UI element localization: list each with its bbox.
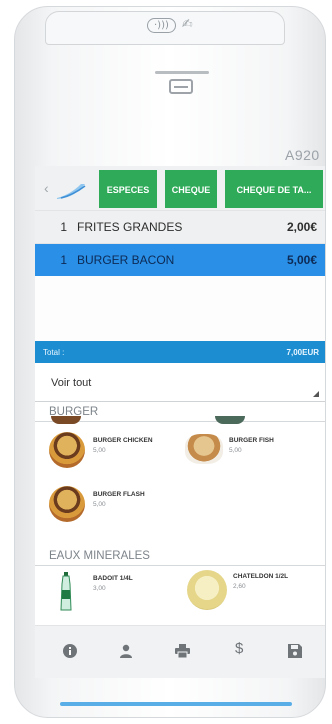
product-tile[interactable]: BADOIT 1/4L 3,00: [59, 572, 179, 616]
total-amount: 7,00EUR: [286, 347, 319, 357]
paper-slot-bar: [155, 71, 209, 74]
order-line[interactable]: 1 FRITES GRANDES 2,00€: [35, 211, 325, 244]
signature-icon: ✍: [181, 17, 193, 32]
product-tile[interactable]: CHATELDON 1/2L 2,60: [187, 570, 319, 614]
product-name: CHATELDON 1/2L: [233, 573, 289, 580]
total-label: Total :: [43, 347, 65, 357]
pay-cash-button[interactable]: ESPECES: [99, 170, 157, 208]
pay-cheque-button[interactable]: CHEQUE: [165, 170, 217, 208]
order-line-price: 5,00€: [286, 253, 317, 267]
device-light-bar: [60, 702, 292, 706]
product-price: 3,00: [93, 585, 106, 592]
product-name: BURGER FLASH: [93, 491, 145, 498]
order-line-name: FRITES GRANDES: [77, 220, 183, 234]
order-line-qty: 1: [60, 253, 67, 267]
order-line-name: BURGER BACON: [77, 253, 175, 267]
nfc-icon: ·))): [147, 18, 176, 33]
category-filter-value: Voir tout: [51, 377, 92, 389]
pay-meal-voucher-button[interactable]: CHEQUE DE TA...: [225, 170, 323, 208]
total-bar: Total : 7,00EUR: [35, 341, 325, 363]
burger-photo: [51, 416, 81, 424]
product-name: BADOIT 1/4L: [93, 575, 133, 582]
order-line-selected[interactable]: 1 BURGER BACON 5,00€: [35, 244, 325, 276]
burger-flash-photo: [49, 486, 85, 522]
order-list-empty-area: [35, 276, 325, 341]
burger-chicken-photo: [49, 432, 85, 468]
product-tile[interactable]: BURGER FLASH 5,00: [49, 486, 179, 526]
order-line-price: 2,00€: [286, 220, 317, 234]
scroll-left-icon[interactable]: ‹: [44, 180, 49, 196]
product-partial-image: [215, 416, 245, 424]
burger-fish-photo: [185, 434, 223, 464]
user-icon[interactable]: [119, 644, 133, 658]
contactless-indicator: ·))) ✍: [147, 17, 193, 33]
burger-products-grid: BURGER CHICKEN 5,00 BURGER FISH 5,00 BUR…: [35, 416, 325, 546]
dropdown-caret-icon: [313, 391, 319, 397]
product-name: BURGER CHICKEN: [93, 437, 153, 444]
water-bottle-photo: [60, 572, 72, 611]
product-price: 5,00: [93, 501, 106, 508]
order-line-qty: 1: [60, 220, 67, 234]
paper-slot-cover: [169, 79, 193, 94]
info-icon[interactable]: [63, 644, 77, 658]
product-price: 5,00: [93, 447, 106, 454]
product-name: BURGER FISH: [229, 437, 274, 444]
chateldon-label-photo: [187, 570, 227, 610]
category-header-eaux-minerales: EAUX MINERALES: [35, 546, 325, 566]
brand-logo: [57, 184, 86, 199]
bottom-toolbar: $: [35, 625, 325, 678]
category-filter-select[interactable]: Voir tout: [35, 369, 325, 402]
product-tile[interactable]: BURGER CHICKEN 5,00: [49, 432, 179, 472]
payment-method-bar: ‹ ESPECES CHEQUE CHEQUE DE TA...: [35, 166, 325, 211]
receipt-paper-slot: [155, 71, 209, 97]
product-price: 5,00: [229, 447, 242, 454]
dollar-icon[interactable]: $: [235, 640, 243, 657]
product-partial-image: [51, 416, 81, 424]
product-price: 2,60: [233, 583, 246, 590]
product-photo: [215, 416, 245, 424]
device-model-label: A920: [285, 147, 320, 163]
pos-screen: ‹ ESPECES CHEQUE CHEQUE DE TA... 1 FRITE…: [35, 166, 325, 678]
product-tile[interactable]: BURGER FISH 5,00: [185, 434, 315, 474]
save-icon[interactable]: [288, 644, 302, 658]
printer-icon[interactable]: [175, 644, 190, 658]
